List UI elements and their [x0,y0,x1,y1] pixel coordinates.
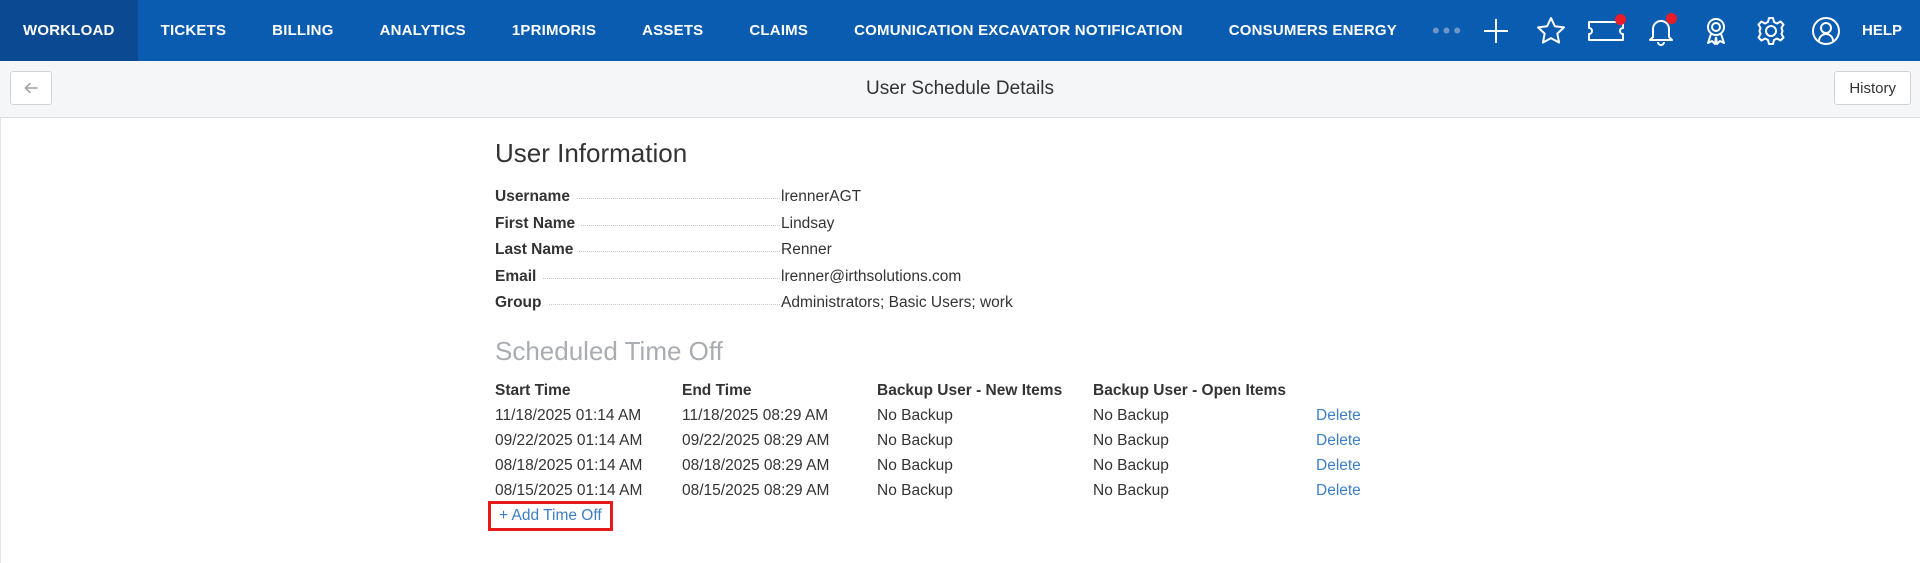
info-label: Group [495,294,548,313]
info-label: Last Name [495,241,580,260]
start-time-cell: 11/18/2025 01:14 AM [495,407,642,424]
info-value: Lindsay [781,214,835,232]
top-nav-bar: WORKLOAD TICKETS BILLING ANALYTICS 1PRIM… [0,0,1920,61]
arrow-left-icon [24,82,38,94]
scheduled-time-off-table: Start Time End Time Backup User - New It… [495,378,1395,503]
start-time-cell: 08/15/2025 01:14 AM [495,482,643,499]
table-row: 09/22/2025 01:14 AM 09/22/2025 08:29 AM … [495,428,1395,453]
info-value: lrennerAGT [781,188,862,205]
star-icon[interactable] [1524,0,1579,61]
info-value: Administrators; Basic Users; work [781,294,1013,311]
nav-item-billing[interactable]: BILLING [249,0,356,61]
column-header-backup-open: Backup User - Open Items [1093,382,1286,399]
backup-new-cell: No Backup [877,432,953,449]
delete-link[interactable]: Delete [1316,407,1361,425]
info-row-group: Group Administrators; Basic Users; work [495,290,1095,317]
nav-item-tickets[interactable]: TICKETS [138,0,250,61]
delete-link[interactable]: Delete [1316,457,1361,475]
help-link[interactable]: HELP [1862,22,1902,39]
column-header-backup-new: Backup User - New Items [877,382,1063,399]
delete-link[interactable]: Delete [1316,482,1361,500]
backup-new-cell: No Backup [877,457,953,474]
page-header: User Schedule Details History [0,61,1920,118]
nav-item-comunication-excavator-notification[interactable]: COMUNICATION EXCAVATOR NOTIFICATION [831,0,1206,61]
nav-item-assets[interactable]: ASSETS [619,0,726,61]
notification-dot [1614,14,1626,25]
backup-open-cell: No Backup [1093,432,1169,449]
nav-menu: WORKLOAD TICKETS BILLING ANALYTICS 1PRIM… [0,0,1476,61]
notification-dot [1665,13,1677,24]
user-information-title: User Information [495,138,688,168]
nav-item-workload[interactable]: WORKLOAD [0,0,138,61]
backup-open-cell: No Backup [1093,482,1169,499]
column-header-start-time: Start Time [495,382,571,399]
table-row: 08/18/2025 01:14 AM 08/18/2025 08:29 AM … [495,453,1395,478]
gear-icon[interactable] [1744,0,1799,61]
back-button[interactable] [10,71,52,105]
ticket-icon[interactable] [1579,0,1634,61]
info-row-username: Username lrennerAGT [495,184,1095,211]
nav-item-1primoris[interactable]: 1PRIMORIS [489,0,619,61]
nav-icon-group: HELP [1469,0,1902,61]
main-content: User Information Username lrennerAGT Fir… [0,118,1920,563]
page-title: User Schedule Details [866,78,1054,99]
nav-item-claims[interactable]: CLAIMS [726,0,831,61]
table-header-row: Start Time End Time Backup User - New It… [495,378,1395,403]
backup-new-cell: No Backup [877,482,953,499]
user-icon[interactable] [1799,0,1854,61]
info-value: lrenner@irthsolutions.com [781,267,962,285]
backup-open-cell: No Backup [1093,407,1169,424]
scheduled-time-off-title: Scheduled Time Off [495,336,723,366]
bell-icon[interactable] [1634,0,1689,61]
info-row-last-name: Last Name Renner [495,237,1095,264]
info-row-first-name: First Name Lindsay [495,211,1095,238]
add-time-off-button[interactable]: + Add Time Off [488,501,613,531]
backup-new-cell: No Backup [877,407,953,424]
info-label: First Name [495,214,582,233]
column-header-end-time: End Time [682,382,752,399]
start-time-cell: 08/18/2025 01:14 AM [495,457,643,474]
nav-item-analytics[interactable]: ANALYTICS [357,0,489,61]
end-time-cell: 11/18/2025 08:29 AM [682,407,829,424]
delete-link[interactable]: Delete [1316,432,1361,450]
table-row: 08/15/2025 01:14 AM 08/15/2025 08:29 AM … [495,478,1395,503]
history-button[interactable]: History [1834,71,1911,105]
nav-item-consumers-energy[interactable]: CONSUMERS ENERGY [1206,0,1420,61]
end-time-cell: 08/15/2025 08:29 AM [682,482,830,499]
award-icon[interactable] [1689,0,1744,61]
info-row-email: Email lrenner@irthsolutions.com [495,264,1095,291]
plus-icon[interactable] [1469,0,1524,61]
table-row: 11/18/2025 01:14 AM 11/18/2025 08:29 AM … [495,403,1395,428]
start-time-cell: 09/22/2025 01:14 AM [495,432,643,449]
end-time-cell: 09/22/2025 08:29 AM [682,432,830,449]
more-menu-button[interactable]: ••• [1420,0,1476,61]
end-time-cell: 08/18/2025 08:29 AM [682,457,830,474]
user-info-list: Username lrennerAGT First Name Lindsay L… [495,184,1095,317]
info-value: Renner [781,241,832,258]
info-label: Username [495,188,576,207]
info-label: Email [495,267,543,286]
backup-open-cell: No Backup [1093,457,1169,474]
